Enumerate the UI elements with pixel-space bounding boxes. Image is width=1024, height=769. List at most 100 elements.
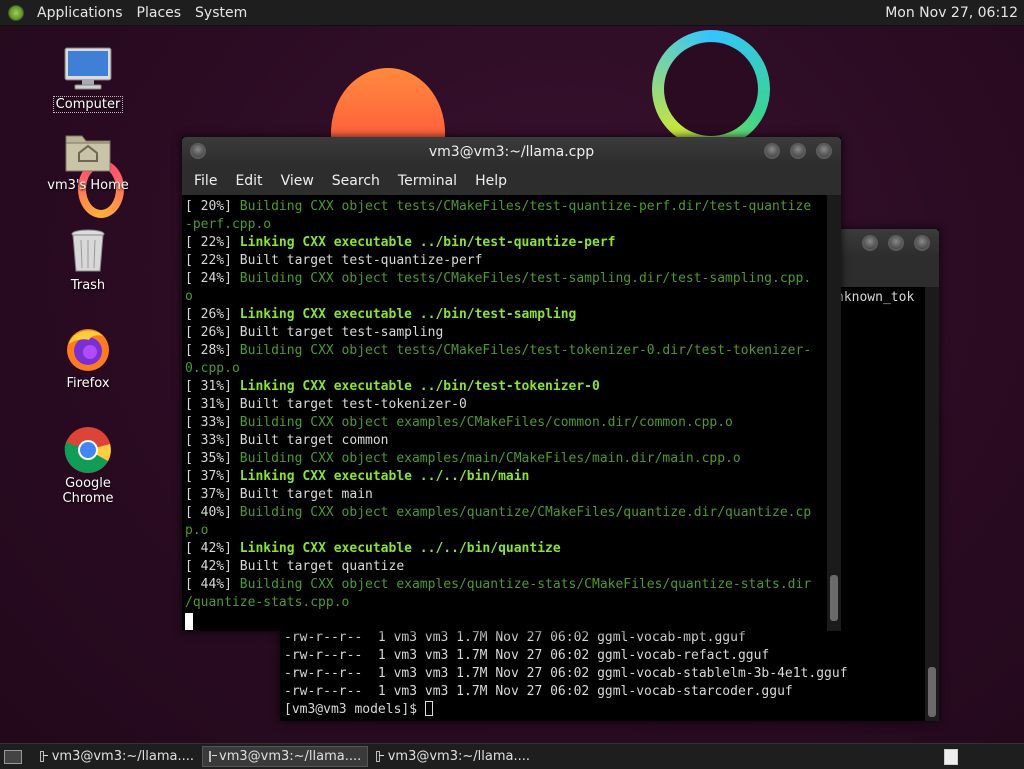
progress-percent: [ 35%] [185,451,240,466]
terminal-line: 0.cpp.o [185,360,826,378]
show-desktop-icon[interactable] [4,749,22,764]
progress-percent: [ 31%] [185,397,240,412]
desktop-icon-firefox[interactable]: Firefox [38,326,138,391]
taskbar: vm3@vm3:~/llama.... vm3@vm3:~/llama.... … [0,743,1024,769]
terminal-line: [ 26%] Linking CXX executable ../bin/tes… [185,306,826,324]
terminal-line: -perf.cpp.o [185,216,826,234]
close-button[interactable] [914,235,930,251]
terminal-line: [ 44%] Building CXX object examples/quan… [185,576,826,594]
taskbar-item-label: vm3@vm3:~/llama.... [51,749,194,764]
taskbar-item[interactable]: vm3@vm3:~/llama.... [34,746,200,767]
terminal-line: -rw-r--r-- 1 vm3 vm3 1.7M Nov 27 06:02 g… [284,630,746,645]
progress-percent: [ 26%] [185,307,240,322]
firefox-icon [63,326,113,372]
terminal-line: [ 33%] Built target common [185,432,826,450]
terminal-line: [ 33%] Building CXX object examples/CMak… [185,414,826,432]
line-text: Building CXX object examples/CMakeFiles/… [239,415,733,430]
terminal-icon [209,751,217,762]
terminal-window-front[interactable]: vm3@vm3:~/llama.cpp File Edit View Searc… [182,137,841,631]
progress-percent: [ 26%] [185,325,240,340]
minimize-button[interactable] [862,235,878,251]
terminal-line: [ 22%] Linking CXX executable ../bin/tes… [185,234,826,252]
menu-system[interactable]: System [188,5,254,21]
terminal-line: [ 22%] Built target test-quantize-perf [185,252,826,270]
maximize-button[interactable] [790,143,806,159]
window-title: vm3@vm3:~/llama.cpp [428,144,595,160]
desktop-icon-label: vm3's Home [47,178,129,193]
taskbar-item[interactable]: vm3@vm3:~/llama.... [370,746,536,767]
terminal-line: o [185,288,826,306]
menu-search[interactable]: Search [323,173,389,189]
workspace-switcher-icon[interactable] [944,748,958,765]
clock[interactable]: Mon Nov 27, 06:12 [885,5,1024,21]
desktop-icon-home[interactable]: vm3's Home [38,128,138,193]
terminal-cursor [185,613,193,630]
desktop-icon-label: Trash [70,278,106,293]
progress-percent: [ 31%] [185,379,240,394]
desktop-icon-trash[interactable]: Trash [38,228,138,293]
top-panel: Applications Places System Mon Nov 27, 0… [0,0,1024,26]
line-text: 0.cpp.o [185,361,240,376]
terminal-line: [ 42%] Built target quantize [185,558,826,576]
progress-percent: [ 42%] [185,541,240,556]
desktop-icon-label: Google Chrome [62,476,114,506]
line-text: -perf.cpp.o [185,217,272,232]
terminal-output[interactable]: [ 20%] Building CXX object tests/CMakeFi… [182,197,826,631]
line-text: Building CXX object examples/quantize/CM… [239,505,812,520]
desktop-icon-label: Firefox [66,376,110,391]
line-text: Built target common [239,433,389,448]
scrollbar[interactable] [925,287,939,721]
progress-percent: [ 40%] [185,505,240,520]
progress-percent: [ 24%] [185,271,240,286]
menu-file[interactable]: File [185,173,226,189]
menu-view[interactable]: View [272,173,323,189]
menu-edit[interactable]: Edit [226,173,271,189]
terminal-line: [ 37%] Built target main [185,486,826,504]
terminal-line: [ 20%] Building CXX object tests/CMakeFi… [185,198,826,216]
terminal-line: -rw-r--r-- 1 vm3 vm3 1.7M Nov 27 06:02 g… [284,666,848,681]
terminal-line: [ 28%] Building CXX object tests/CMakeFi… [185,342,826,360]
progress-percent: [ 37%] [185,487,240,502]
line-text: Building CXX object tests/CMakeFiles/tes… [239,271,812,286]
progress-percent: [ 22%] [185,235,240,250]
menu-places[interactable]: Places [130,5,189,21]
desktop-icon-computer[interactable]: Computer [38,46,138,113]
scrollbar[interactable] [827,195,841,631]
window-titlebar[interactable]: vm3@vm3:~/llama.cpp [182,137,841,167]
maximize-button[interactable] [888,235,904,251]
close-button[interactable] [816,143,832,159]
line-text: Linking CXX executable ../../bin/quantiz… [239,541,561,556]
line-text: Built target test-quantize-perf [239,253,483,268]
progress-percent: [ 44%] [185,577,240,592]
terminal-line: [ 24%] Building CXX object tests/CMakeFi… [185,270,826,288]
taskbar-item[interactable]: vm3@vm3:~/llama.... [202,746,368,767]
scrollbar-thumb[interactable] [830,575,838,621]
minimize-button[interactable] [764,143,780,159]
terminal-line: [ 42%] Linking CXX executable ../../bin/… [185,540,826,558]
terminal-line: [ 31%] Linking CXX executable ../bin/tes… [185,378,826,396]
menu-applications[interactable]: Applications [30,5,130,21]
line-text: Built target quantize [239,559,405,574]
line-text: /quantize-stats.cpp.o [185,595,350,610]
menu-help[interactable]: Help [466,173,516,189]
terminal-line: [ 35%] Building CXX object examples/main… [185,450,826,468]
terminal-line: p.o [185,522,826,540]
menu-terminal[interactable]: Terminal [389,173,466,189]
desktop-icon-chrome[interactable]: Google Chrome [38,426,138,506]
scrollbar-thumb[interactable] [928,667,936,717]
home-folder-icon [63,128,113,174]
menubar: File Edit View Search Terminal Help [182,167,841,195]
menu-logo-icon[interactable] [8,4,24,21]
terminal-line: nknown_tok [836,290,915,305]
line-text: Built target main [239,487,373,502]
terminal-line: [ 26%] Built target test-sampling [185,324,826,342]
progress-percent: [ 22%] [185,253,240,268]
terminal-icon [40,751,48,762]
terminal-line: -rw-r--r-- 1 vm3 vm3 1.7M Nov 27 06:02 g… [284,648,770,663]
line-text: o [185,289,193,304]
progress-percent: [ 20%] [185,199,240,214]
window-menu-button[interactable] [190,143,206,159]
line-text: Building CXX object tests/CMakeFiles/tes… [239,343,812,358]
line-text: Building CXX object tests/CMakeFiles/tes… [239,199,812,214]
line-text: Building CXX object examples/main/CMakeF… [239,451,741,466]
